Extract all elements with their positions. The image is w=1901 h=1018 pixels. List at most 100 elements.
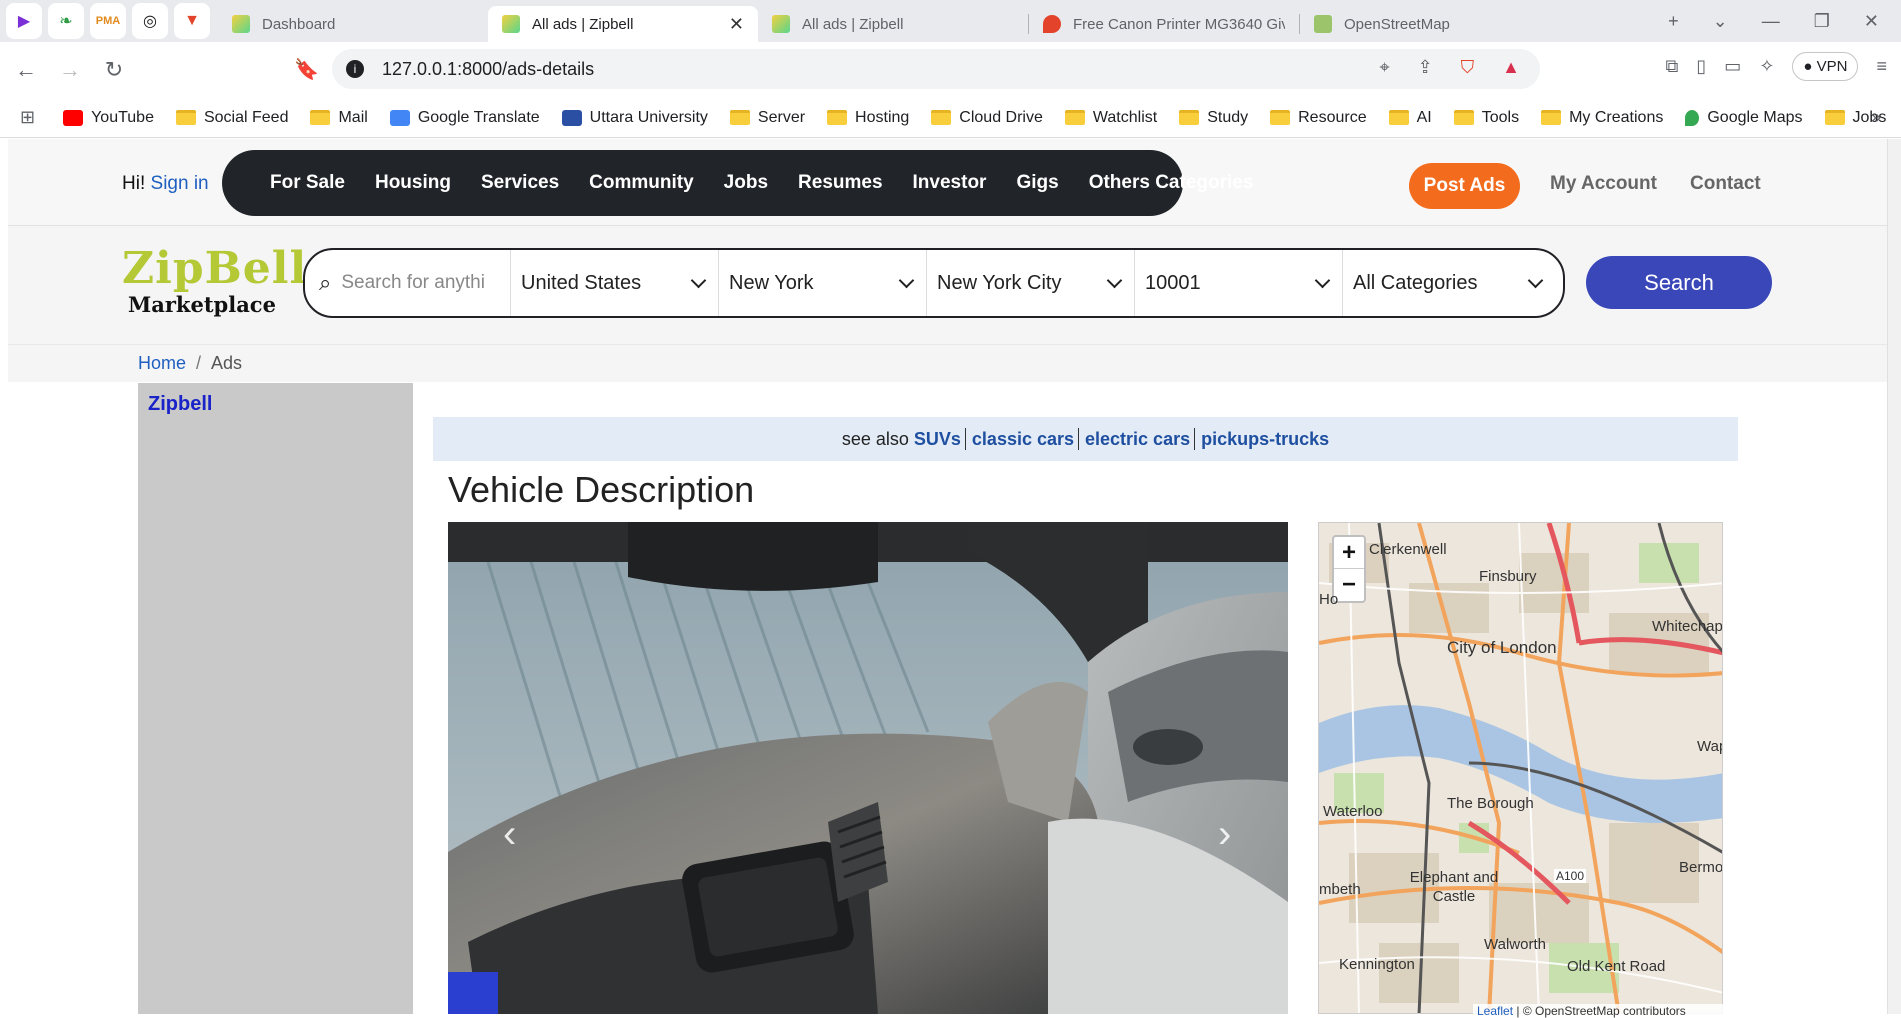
vpn-button[interactable]: ● VPN [1792,52,1859,81]
see-also-classic-cars-link[interactable]: classic cars [972,429,1074,450]
map-label-finsbury: Finsbury [1479,568,1537,585]
bookmark-google-translate[interactable]: Google Translate [389,109,540,127]
post-ads-button[interactable]: Post Ads [1409,163,1520,209]
close-window-icon[interactable]: ✕ [1864,11,1879,32]
omnibox-actions: ⌖ ⇪ ⛉ ▲ [1379,57,1520,78]
more-bookmarks-chevron-icon[interactable]: » [1871,107,1881,128]
tab-openstreetmap[interactable]: OpenStreetMap [1300,6,1530,42]
search-button[interactable]: Search [1586,256,1772,309]
sidebar-brand-link[interactable]: Zipbell [148,393,212,416]
map-label-old-kent-road: Old Kent Road [1567,958,1666,975]
menu-investor[interactable]: Investor [913,172,987,194]
pinned-tab-media-icon[interactable]: ▶ [6,3,42,39]
vehicle-image-carousel[interactable]: ‹ › [448,522,1288,1014]
bookmark-label: My Creations [1569,108,1664,126]
zipbell-logo[interactable]: ZipBell Marketplace [122,246,307,318]
city-select[interactable]: New York City [927,250,1135,316]
bookmark-google-maps[interactable]: Google Maps [1685,109,1803,127]
see-also-electric-cars-link[interactable]: electric cars [1085,429,1190,450]
bookmark-watchlist[interactable]: Watchlist [1064,109,1157,127]
brave-rewards-icon[interactable]: ▲ [1502,57,1520,78]
folder-icon [1179,110,1200,125]
reload-icon[interactable]: ↻ [96,57,132,83]
browser-menu-icon[interactable]: ≡ [1876,56,1887,77]
zoom-out-button[interactable]: − [1334,569,1364,601]
zipbell-favicon-icon [502,15,520,33]
my-account-link[interactable]: My Account [1550,173,1657,195]
site-info-icon[interactable]: i [346,60,364,78]
menu-housing[interactable]: Housing [375,172,451,194]
tab-all-ads-active[interactable]: All ads | Zipbell ✕ [488,6,758,42]
bookmark-my-creations[interactable]: My Creations [1541,109,1663,127]
contact-link[interactable]: Contact [1690,173,1761,195]
page-scrollbar[interactable] [1887,139,1901,1014]
restore-icon[interactable]: ❐ [1814,11,1830,32]
category-select[interactable]: All Categories [1343,250,1555,316]
vpn-label: VPN [1816,58,1848,75]
bookmark-cloud-drive[interactable]: Cloud Drive [931,109,1043,127]
pinned-tab-feather-icon[interactable]: ❧ [48,3,84,39]
address-bar-row: ← → ↻ 🔖 i 127.0.0.1:8000/ads-details ⌖ ⇪… [0,42,1901,98]
apps-grid-icon[interactable]: ⊞ [20,107,35,128]
tab-search-chevron-icon[interactable]: ⌄ [1713,11,1728,32]
sidebar-toggle-icon[interactable]: ▯ [1696,56,1706,77]
bookmark-tools[interactable]: Tools [1453,109,1519,127]
menu-community[interactable]: Community [589,172,694,194]
breadcrumb-home-link[interactable]: Home [138,353,186,374]
close-tab-icon[interactable]: ✕ [729,14,744,35]
pinned-tab-pma-icon[interactable]: PMA [90,3,126,39]
bookmark-mail[interactable]: Mail [310,108,368,127]
bookmark-hosting[interactable]: Hosting [827,109,909,127]
country-select[interactable]: United States [511,250,719,316]
new-tab-plus-icon[interactable]: + [1668,11,1679,32]
menu-jobs[interactable]: Jobs [724,172,768,194]
folder-icon [1453,110,1474,125]
folder-icon [1824,110,1845,125]
brave-shield-icon[interactable]: ⛉ [1461,57,1475,78]
bookmark-ai[interactable]: AI [1388,109,1432,127]
bookmark-uttara-university[interactable]: Uttara University [561,109,708,127]
bookmark-label: Resource [1298,108,1367,126]
search-input[interactable]: ⌕ Search for anything [305,250,511,316]
bookmark-server[interactable]: Server [729,109,805,127]
pinned-tab-ai-icon[interactable]: ◎ [132,3,168,39]
bookmark-youtube[interactable]: YouTube [63,109,154,127]
location-icon[interactable]: ⌖ [1379,57,1389,78]
menu-gigs[interactable]: Gigs [1016,172,1058,194]
carousel-next-icon[interactable]: › [1218,812,1231,857]
menu-others-categories[interactable]: Others Categories [1089,172,1254,194]
map-label-clerkenwell: Clerkenwell [1369,541,1447,558]
tab-dashboard[interactable]: Dashboard [218,6,488,42]
extensions-puzzle-icon[interactable]: ⧉ [1666,56,1679,77]
bookmark-page-icon[interactable]: 🔖 [294,57,319,82]
wallet-icon[interactable]: ▭ [1724,56,1741,77]
menu-resumes[interactable]: Resumes [798,172,883,194]
carousel-prev-icon[interactable]: ‹ [503,812,516,857]
see-also-pickups-trucks-link[interactable]: pickups-trucks [1201,429,1329,450]
bookmark-social-feed[interactable]: Social Feed [175,109,288,127]
pinned-tab-gitlab-icon[interactable]: ▼ [174,3,210,39]
zoom-in-button[interactable]: + [1334,537,1364,569]
bookmark-resource[interactable]: Resource [1270,108,1367,127]
tab-all-ads[interactable]: All ads | Zipbell [758,6,1028,42]
zip-select[interactable]: 10001 [1135,250,1343,316]
leaflet-link[interactable]: Leaflet [1477,1004,1513,1018]
location-map[interactable]: + − Clerkenwell Finsbury City of London … [1318,522,1723,1014]
tab-canon-printer[interactable]: Free Canon Printer MG3640 Give [1029,6,1299,42]
sign-in-link[interactable]: Sign in [151,173,209,194]
forward-arrow-icon[interactable]: → [52,57,88,83]
see-also-bar: see also SUVs classic cars electric cars… [433,417,1738,461]
minimize-icon[interactable]: — [1762,11,1780,32]
tab-title: All ads | Zipbell [532,15,634,33]
menu-for-sale[interactable]: For Sale [270,172,345,194]
bookmark-study[interactable]: Study [1179,109,1248,127]
back-arrow-icon[interactable]: ← [8,57,44,83]
see-also-suvs-link[interactable]: SUVs [914,429,961,450]
state-select[interactable]: New York [719,250,927,316]
state-value: New York [729,271,814,294]
share-icon[interactable]: ⇪ [1418,57,1433,78]
url-field[interactable]: i 127.0.0.1:8000/ads-details ⌖ ⇪ ⛉ ▲ [332,49,1540,89]
leo-ai-icon[interactable]: ✧ [1759,56,1774,77]
menu-services[interactable]: Services [481,172,559,194]
bookmark-label: Mail [338,108,368,126]
